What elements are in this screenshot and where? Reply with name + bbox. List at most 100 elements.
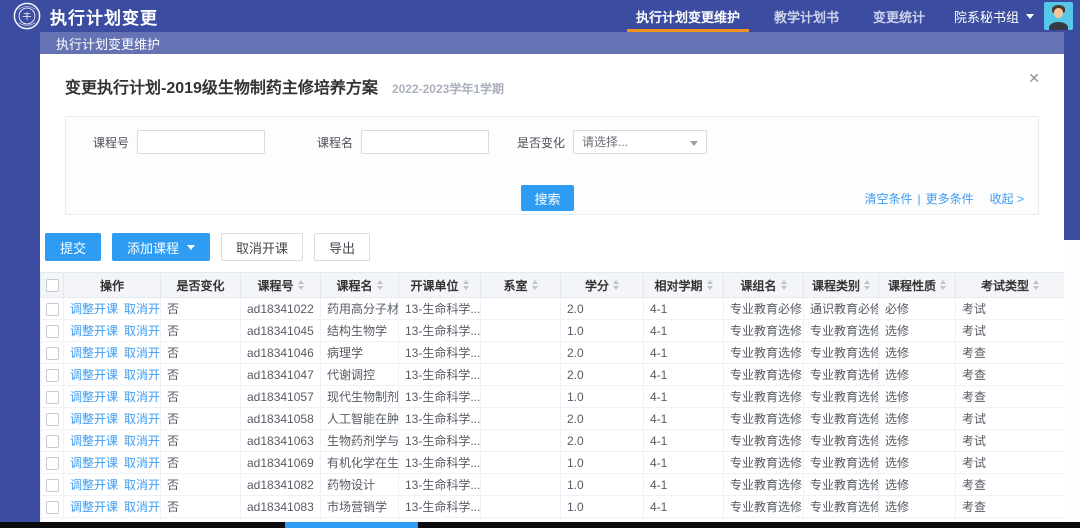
cell-nature: 选修 (879, 320, 956, 342)
adjust-course-link[interactable]: 调整开课 (70, 456, 118, 470)
cell-changed: 否 (161, 496, 241, 518)
chevron-down-icon (1026, 14, 1034, 19)
row-checkbox-cell (41, 408, 64, 430)
cancel-course-link[interactable]: 取消开课 (124, 390, 160, 404)
sort-icon[interactable] (298, 280, 304, 290)
user-avatar[interactable] (1044, 2, 1073, 30)
cancel-course-link[interactable]: 取消开课 (124, 456, 160, 470)
column-header-unit[interactable]: 开课单位 (399, 273, 481, 298)
column-header-exam[interactable]: 考试类型 (956, 273, 1065, 298)
row-checkbox[interactable] (46, 501, 59, 514)
row-checkbox[interactable] (46, 303, 59, 316)
course-name-input[interactable] (361, 130, 489, 154)
adjust-course-link[interactable]: 调整开课 (70, 390, 118, 404)
changed-label: 是否变化 (517, 134, 565, 151)
sort-icon[interactable] (532, 280, 538, 290)
table-row: 调整开课取消开课否ad18341047代谢调控13-生命科学...2.04-1专… (41, 364, 1065, 386)
cell-exam: 考查 (956, 342, 1065, 364)
export-button[interactable]: 导出 (314, 233, 370, 261)
sort-icon[interactable] (613, 280, 619, 290)
column-header-group[interactable]: 课组名 (724, 273, 804, 298)
bottom-bar-blue-segment (285, 522, 418, 528)
adjust-course-link[interactable]: 调整开课 (70, 412, 118, 426)
row-checkbox[interactable] (46, 413, 59, 426)
cell-changed: 否 (161, 408, 241, 430)
cell-course_no: ad18341047 (241, 364, 321, 386)
column-header-category[interactable]: 课程类别 (804, 273, 879, 298)
sort-icon[interactable] (463, 280, 469, 290)
cell-changed: 否 (161, 430, 241, 452)
close-icon[interactable]: ✕ (1028, 71, 1040, 85)
column-header-dept[interactable]: 系室 (481, 273, 561, 298)
column-header-course_name[interactable]: 课程名 (321, 273, 399, 298)
cancel-course-link[interactable]: 取消开课 (124, 346, 160, 360)
collapse-link[interactable]: 收起 > (990, 190, 1024, 207)
cell-course_no: ad18341022 (241, 298, 321, 320)
column-header-nature[interactable]: 课程性质 (879, 273, 956, 298)
more-conditions-link[interactable]: 更多条件 (926, 190, 974, 207)
column-header-semester[interactable]: 相对学期 (644, 273, 724, 298)
app-title: 执行计划变更 (50, 4, 158, 29)
cancel-course-link[interactable]: 取消开课 (124, 500, 160, 514)
row-checkbox[interactable] (46, 479, 59, 492)
cell-credits: 2.0 (561, 342, 644, 364)
table-row: 调整开课取消开课否ad18341082药物设计13-生命科学...1.04-1专… (41, 474, 1065, 496)
row-checkbox-cell (41, 452, 64, 474)
adjust-course-link[interactable]: 调整开课 (70, 478, 118, 492)
adjust-course-link[interactable]: 调整开课 (70, 368, 118, 382)
cell-course_no: ad18341082 (241, 474, 321, 496)
panel-title: 变更执行计划-2019级生物制药主修培养方案 (65, 74, 378, 98)
cell-dept (481, 342, 561, 364)
adjust-course-link[interactable]: 调整开课 (70, 324, 118, 338)
adjust-course-link[interactable]: 调整开课 (70, 302, 118, 316)
sort-icon[interactable] (377, 280, 383, 290)
table-row: 调整开课取消开课否ad18341063生物药剂学与...13-生命科学...2.… (41, 430, 1065, 452)
cell-unit: 13-生命科学... (399, 342, 481, 364)
cancel-course-link[interactable]: 取消开课 (124, 478, 160, 492)
scrollbar-thumb[interactable] (1064, 54, 1080, 240)
select-all-checkbox[interactable] (46, 279, 59, 292)
sort-icon[interactable] (1033, 280, 1039, 290)
cell-course_no: ad18341057 (241, 386, 321, 408)
sort-icon[interactable] (707, 280, 713, 290)
row-checkbox[interactable] (46, 391, 59, 404)
changed-select[interactable]: 请选择... (573, 130, 707, 154)
row-checkbox[interactable] (46, 457, 59, 470)
sort-icon[interactable] (940, 280, 946, 290)
course-no-input[interactable] (137, 130, 265, 154)
cancel-course-link[interactable]: 取消开课 (124, 324, 160, 338)
cell-category: 专业教育选修... (804, 320, 879, 342)
row-actions-cell: 调整开课取消开课 (64, 386, 161, 408)
cell-credits: 1.0 (561, 320, 644, 342)
course-no-label: 课程号 (93, 134, 129, 151)
clear-conditions-link[interactable]: 清空条件 (865, 190, 913, 207)
cell-changed: 否 (161, 320, 241, 342)
user-role-dropdown[interactable]: 院系秘书组 (954, 7, 1034, 26)
tab-teaching-plan-book[interactable]: 教学计划书 (757, 0, 856, 32)
tab-plan-change-maintenance[interactable]: 执行计划变更维护 (619, 0, 757, 32)
cancel-course-link[interactable]: 取消开课 (124, 368, 160, 382)
cancel-course-link[interactable]: 取消开课 (124, 302, 160, 316)
column-header-credits[interactable]: 学分 (561, 273, 644, 298)
cell-course_name: 药用高分子材... (321, 298, 399, 320)
adjust-course-link[interactable]: 调整开课 (70, 346, 118, 360)
cell-dept (481, 408, 561, 430)
row-checkbox[interactable] (46, 435, 59, 448)
cancel-course-link[interactable]: 取消开课 (124, 412, 160, 426)
adjust-course-link[interactable]: 调整开课 (70, 434, 118, 448)
row-checkbox-cell (41, 342, 64, 364)
cancel-course-link[interactable]: 取消开课 (124, 434, 160, 448)
cancel-course-button[interactable]: 取消开课 (221, 233, 303, 261)
adjust-course-link[interactable]: 调整开课 (70, 500, 118, 514)
search-button[interactable]: 搜索 (521, 185, 574, 211)
row-checkbox[interactable] (46, 325, 59, 338)
submit-button[interactable]: 提交 (45, 233, 101, 261)
add-course-button[interactable]: 添加课程 (112, 233, 210, 261)
sort-icon[interactable] (864, 280, 870, 290)
row-checkbox[interactable] (46, 369, 59, 382)
row-checkbox[interactable] (46, 347, 59, 360)
column-header-course_no[interactable]: 课程号 (241, 273, 321, 298)
table-row: 调整开课取消开课否ad18341058人工智能在肿...13-生命科学...2.… (41, 408, 1065, 430)
sort-icon[interactable] (781, 280, 787, 290)
tab-change-statistics[interactable]: 变更统计 (856, 0, 942, 32)
